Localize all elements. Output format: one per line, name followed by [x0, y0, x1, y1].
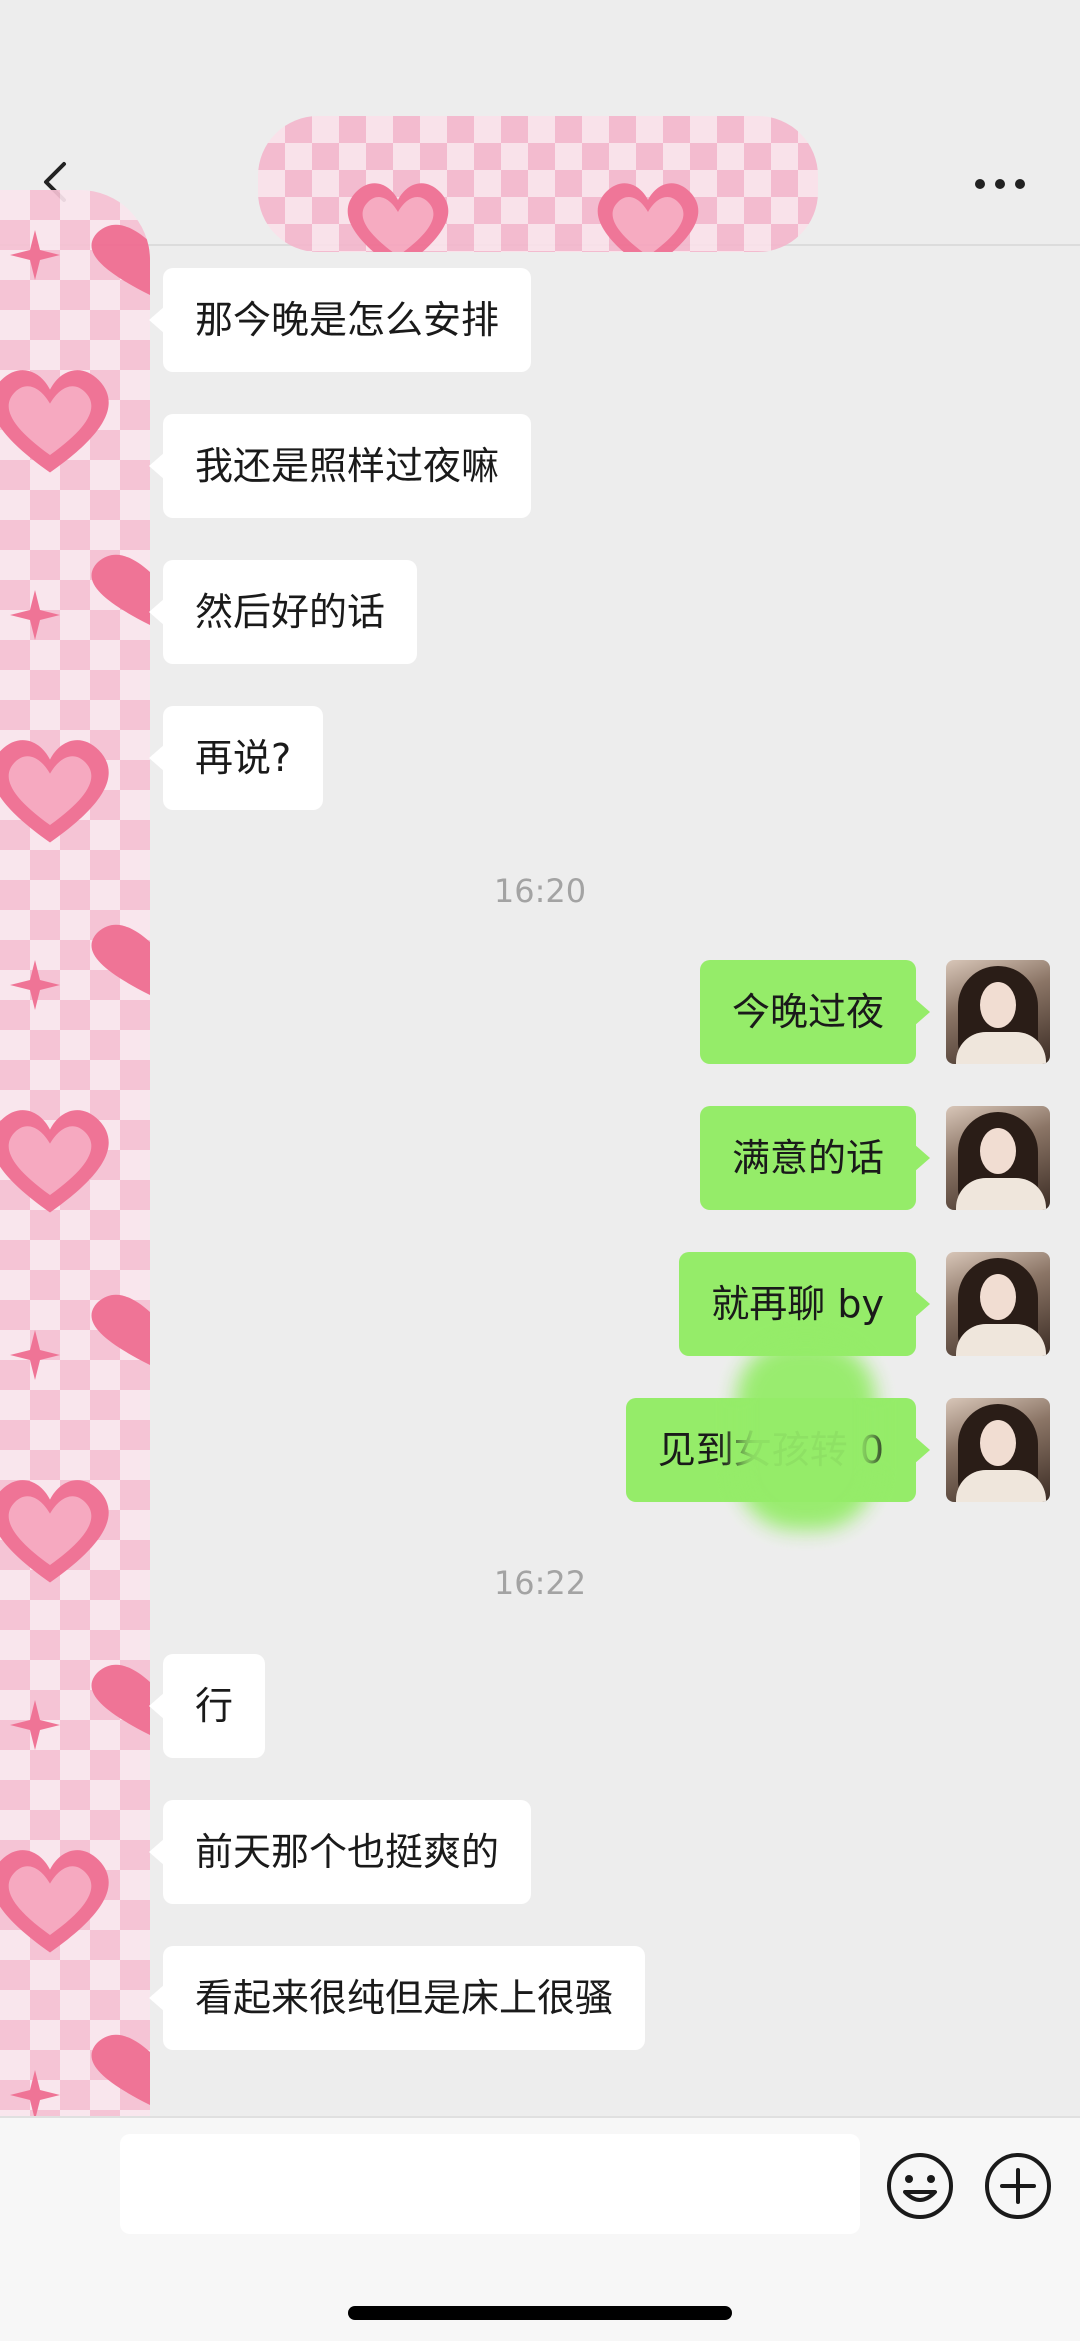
message-input[interactable] — [120, 2134, 860, 2234]
message-timestamp: 16:22 — [493, 1564, 587, 1602]
sparkle-icon — [10, 1330, 60, 1380]
received-message-bubble[interactable]: 看起来很纯但是床上很骚 — [148, 1946, 646, 2050]
ellipsis-icon[interactable] — [972, 172, 1028, 196]
heart-sticker-icon — [91, 224, 150, 295]
chat-header — [0, 0, 1080, 252]
sparkle-icon — [10, 1700, 60, 1750]
censor-smudge — [736, 1340, 876, 1530]
heart-sticker-icon — [0, 370, 109, 473]
emoji-face-icon[interactable] — [884, 2150, 956, 2222]
sparkle-icon — [10, 230, 60, 280]
heart-sticker-icon — [91, 2034, 150, 2105]
sparkle-icon — [10, 960, 60, 1010]
received-message-bubble[interactable]: 那今晚是怎么安排 — [148, 268, 532, 372]
heart-sticker-icon — [347, 183, 449, 252]
heart-sticker-icon — [0, 1110, 109, 1213]
sparkle-icon — [10, 590, 60, 640]
heart-sticker-icon — [91, 554, 150, 625]
avatar[interactable] — [946, 1252, 1050, 1356]
received-message-bubble[interactable]: 再说? — [148, 706, 324, 810]
received-message-bubble[interactable]: 前天那个也挺爽的 — [148, 1800, 532, 1904]
plus-circle-icon[interactable] — [982, 2150, 1054, 2222]
heart-sticker-icon — [597, 183, 699, 252]
heart-sticker-icon — [0, 1850, 109, 1953]
heart-sticker-icon — [91, 1664, 150, 1735]
received-message-bubble[interactable]: 行 — [148, 1654, 266, 1758]
heart-sticker-icon — [91, 1294, 150, 1365]
heart-sticker-icon — [0, 740, 109, 843]
sparkle-icon — [10, 2070, 60, 2120]
avatar[interactable] — [946, 960, 1050, 1064]
heart-sticker-icon — [91, 924, 150, 995]
sent-message-bubble[interactable]: 满意的话 — [699, 1106, 931, 1210]
avatar[interactable] — [946, 1398, 1050, 1502]
home-indicator[interactable] — [348, 2306, 732, 2320]
received-message-bubble[interactable]: 我还是照样过夜嘛 — [148, 414, 532, 518]
avatar[interactable] — [946, 1106, 1050, 1210]
title-sticker-mask — [258, 116, 818, 252]
message-timestamp: 16:20 — [493, 872, 587, 910]
sent-message-bubble[interactable]: 今晚过夜 — [699, 960, 931, 1064]
side-sticker-mask — [0, 190, 150, 2341]
received-message-bubble[interactable]: 然后好的话 — [148, 560, 418, 664]
